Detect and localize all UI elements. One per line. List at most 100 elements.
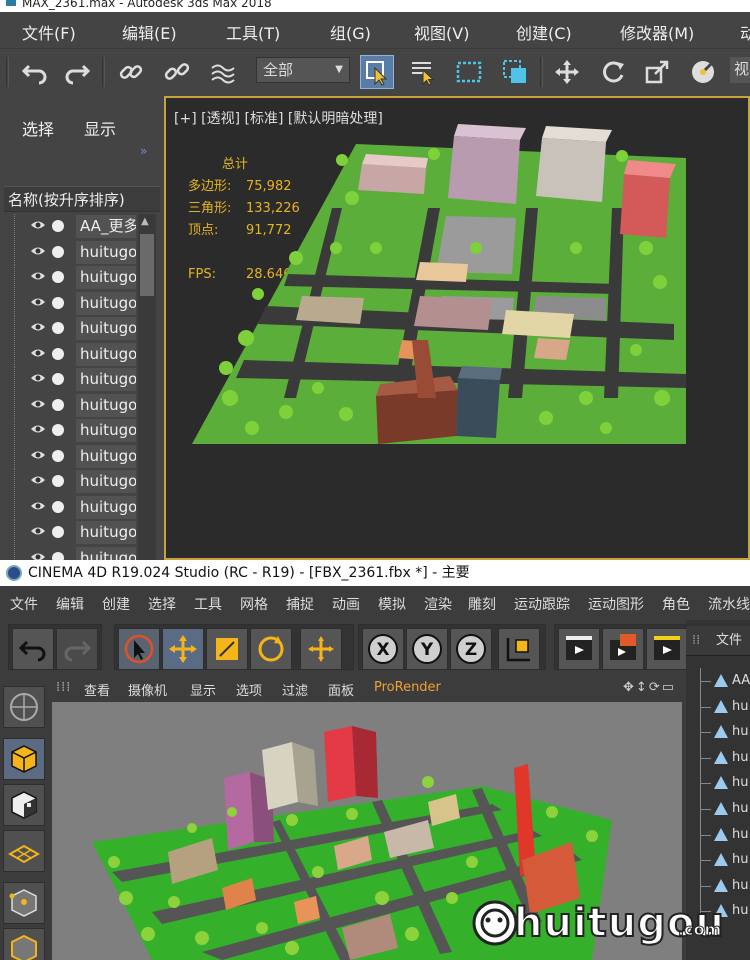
expand-chevron-icon[interactable]: » <box>140 144 147 158</box>
object-manager-file-menu[interactable]: 文件 <box>716 633 742 648</box>
scene-object-name[interactable]: huitugou <box>76 266 136 289</box>
scene-object-name[interactable]: huitugou <box>76 240 136 264</box>
move-icon[interactable] <box>550 55 584 89</box>
c4d-workplane-mode-icon[interactable] <box>3 830 45 872</box>
c4d-menu-mesh[interactable]: 网格 <box>240 594 268 614</box>
freeze-toggle-icon[interactable] <box>52 475 64 487</box>
scene-object-row[interactable]: huitugou <box>4 290 160 316</box>
scene-object-name[interactable]: huitugou <box>76 342 136 366</box>
visibility-eye-icon[interactable] <box>30 398 46 410</box>
freeze-toggle-icon[interactable] <box>52 322 64 334</box>
visibility-eye-icon[interactable] <box>30 449 46 461</box>
scene-object-row[interactable]: huitugou <box>4 469 160 494</box>
scale-icon[interactable] <box>640 55 674 89</box>
scene-object-row[interactable]: huitugou <box>4 392 160 418</box>
max-menu-create[interactable]: 创建(C) <box>516 20 572 44</box>
max-menu-tools[interactable]: 工具(T) <box>226 20 280 44</box>
freeze-toggle-icon[interactable] <box>52 271 64 283</box>
visibility-eye-icon[interactable] <box>30 423 46 435</box>
c4d-model-mode-icon[interactable] <box>3 738 45 780</box>
selection-filter-dropdown[interactable]: 全部 ▼ <box>256 57 350 83</box>
object-name[interactable]: hu <box>732 719 748 745</box>
scene-object-name[interactable]: huitugou <box>76 393 136 417</box>
scene-list-scrollbar[interactable]: ▲ <box>138 214 156 560</box>
freeze-toggle-icon[interactable] <box>52 500 64 513</box>
c4d-render-settings-icon[interactable] <box>646 628 688 670</box>
freeze-toggle-icon[interactable] <box>52 373 64 385</box>
object-row[interactable]: hu <box>686 770 750 797</box>
freeze-toggle-icon[interactable] <box>52 449 64 462</box>
scrollbar-thumb[interactable] <box>140 234 154 296</box>
visibility-eye-icon[interactable] <box>30 500 46 512</box>
c4d-y-axis-icon[interactable]: Y <box>406 628 448 670</box>
visibility-eye-icon[interactable] <box>30 525 46 537</box>
c4d-z-axis-icon[interactable]: Z <box>450 628 492 670</box>
scene-object-name[interactable]: huitugou <box>76 291 136 315</box>
object-row[interactable]: hu <box>686 719 750 746</box>
max-menu-group[interactable]: 组(G) <box>330 20 371 44</box>
scene-object-name[interactable]: huitugou <box>76 546 136 560</box>
window-crossing-icon[interactable] <box>498 55 532 89</box>
unlink-icon[interactable] <box>160 55 194 89</box>
scene-object-row[interactable]: huitugou <box>4 239 160 265</box>
c4d-menu-character[interactable]: 角色 <box>662 594 690 614</box>
select-by-name-icon[interactable] <box>406 55 440 89</box>
c4d-menu-sculpt[interactable]: 雕刻 <box>468 594 496 614</box>
object-name[interactable]: hu <box>732 796 748 822</box>
c4d-menu-tools[interactable]: 工具 <box>194 594 222 614</box>
c4d-texture-mode-icon[interactable] <box>3 784 45 826</box>
undo-icon[interactable] <box>18 55 52 89</box>
scene-object-name[interactable]: huitugou <box>76 521 136 544</box>
scene-object-name[interactable]: AA_更多 <box>76 215 136 238</box>
reference-coordinate-dropdown[interactable]: 视 <box>730 57 750 83</box>
c4d-render-view-icon[interactable] <box>558 628 600 670</box>
c4d-menu-file[interactable]: 文件 <box>10 594 38 614</box>
vp-menu-filter[interactable]: 过滤 <box>282 680 308 699</box>
c4d-live-selection-icon[interactable] <box>118 628 160 670</box>
freeze-toggle-icon[interactable] <box>52 347 64 360</box>
freeze-toggle-icon[interactable] <box>52 220 64 232</box>
visibility-eye-icon[interactable] <box>30 219 46 231</box>
max-menu-animation[interactable]: 动 <box>740 20 750 44</box>
c4d-rotate-icon[interactable] <box>250 628 292 670</box>
scene-object-name[interactable]: huitugou <box>76 419 136 442</box>
object-name[interactable]: AA <box>732 668 750 694</box>
tab-display[interactable]: 显示 <box>84 116 116 140</box>
scene-object-row[interactable]: huitugou <box>4 545 160 561</box>
scene-object-name[interactable]: huitugou <box>76 470 136 493</box>
object-name[interactable]: hu <box>732 847 748 873</box>
c4d-make-editable-icon[interactable] <box>3 686 45 728</box>
scene-object-name[interactable]: huitugou <box>76 368 136 391</box>
redo-icon[interactable] <box>60 55 94 89</box>
visibility-eye-icon[interactable] <box>30 245 46 257</box>
place-icon[interactable] <box>686 55 720 89</box>
visibility-eye-icon[interactable] <box>30 551 46 561</box>
object-row[interactable]: hu <box>686 693 750 720</box>
rotate-icon[interactable] <box>596 55 630 89</box>
freeze-toggle-icon[interactable] <box>52 296 64 309</box>
c4d-menu-select[interactable]: 选择 <box>148 594 176 614</box>
scene-object-row[interactable]: huitugou <box>4 316 160 341</box>
visibility-eye-icon[interactable] <box>30 321 46 333</box>
scene-object-row[interactable]: AA_更多 <box>4 214 160 239</box>
scene-object-row[interactable]: huitugou <box>4 367 160 392</box>
scroll-up-icon[interactable]: ▲ <box>141 216 149 227</box>
object-row[interactable]: hu <box>686 796 750 822</box>
scene-object-row[interactable]: huitugou <box>4 341 160 367</box>
c4d-menu-snap[interactable]: 捕捉 <box>286 594 314 614</box>
visibility-eye-icon[interactable] <box>30 296 46 308</box>
visibility-eye-icon[interactable] <box>30 474 46 486</box>
max-menu-modifiers[interactable]: 修改器(M) <box>620 20 694 44</box>
bind-space-warp-icon[interactable] <box>206 55 240 89</box>
vp-menu-view[interactable]: 查看 <box>84 680 110 699</box>
freeze-toggle-icon[interactable] <box>52 398 64 411</box>
object-row[interactable]: AA <box>686 668 750 694</box>
vp-menu-cameras[interactable]: 摄像机 <box>128 680 167 699</box>
scene-object-name[interactable]: huitugou <box>76 495 136 519</box>
rectangular-selection-icon[interactable] <box>452 55 486 89</box>
object-name[interactable]: hu <box>732 770 748 796</box>
link-icon[interactable] <box>114 55 148 89</box>
visibility-eye-icon[interactable] <box>30 372 46 384</box>
c4d-menu-animate[interactable]: 动画 <box>332 594 360 614</box>
viewport-navigation-icons[interactable]: ✥↕⟳▭ <box>623 680 676 695</box>
